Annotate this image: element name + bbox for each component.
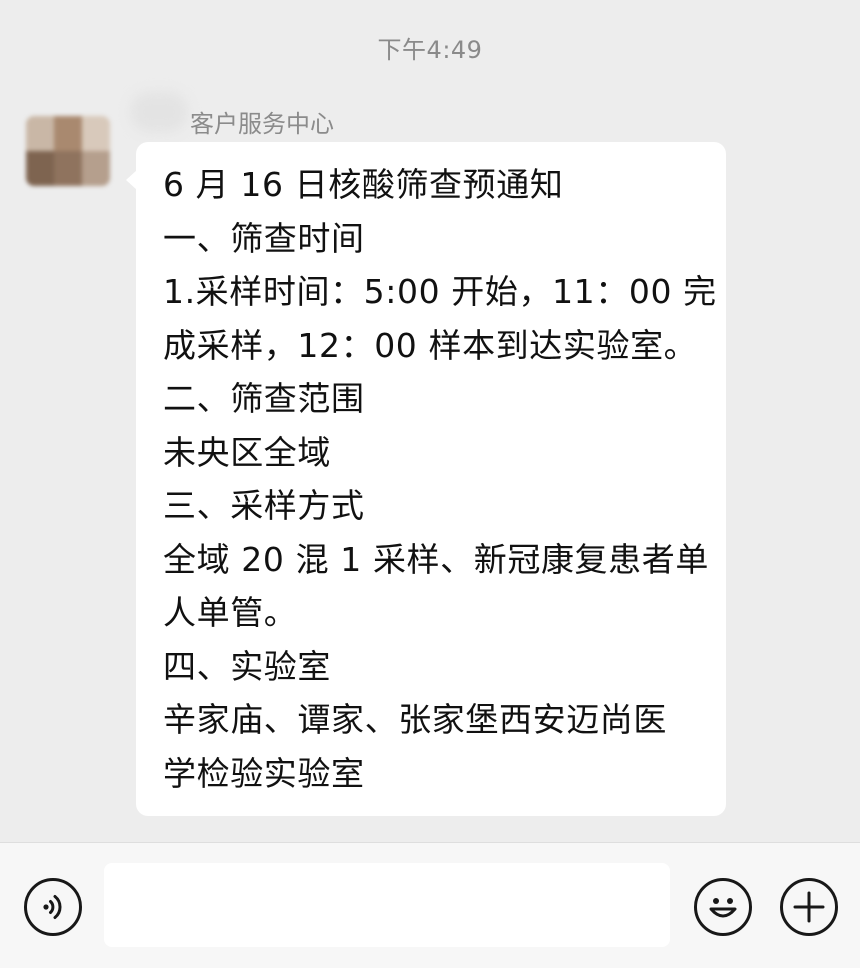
message-line: 1.采样时间：5:00 开始，11：00 完: [163, 272, 717, 311]
message-bubble[interactable]: 6 月 16 日核酸筛查预通知 一、筛查时间 1.采样时间：5:00 开始，11…: [136, 142, 726, 816]
avatar-pixel: [82, 116, 110, 151]
chat-input-bar: [0, 842, 860, 968]
avatar-pixel: [26, 151, 54, 186]
plus-icon: [793, 891, 825, 923]
message-line: 全域 20 混 1 采样、新冠康复患者单: [163, 539, 709, 579]
emoji-icon: [709, 898, 737, 918]
message-timestamp: 下午4:49: [377, 36, 483, 64]
avatar-pixel: [26, 116, 54, 151]
sender-avatar[interactable]: [26, 116, 110, 186]
message-line: 二、筛查范围: [163, 379, 365, 418]
voice-icon: [43, 895, 62, 919]
message-line: 三、采样方式: [163, 486, 365, 525]
avatar-pixel: [54, 116, 82, 151]
message-line: 辛家庙、谭家、张家堡西安迈尚医: [163, 700, 667, 739]
more-button[interactable]: [780, 878, 838, 936]
message-line: 未央区全域: [163, 432, 331, 472]
message-line: 人单管。: [163, 593, 298, 632]
message-line: 一、筛查时间: [163, 218, 365, 258]
voice-button[interactable]: [24, 878, 82, 936]
avatar-pixel: [54, 151, 82, 186]
message-line: 四、实验室: [163, 646, 331, 686]
message-line: 学检验实验室: [163, 753, 365, 793]
sender-name-obscured: [130, 92, 188, 132]
emoji-button[interactable]: [694, 878, 752, 936]
avatar-pixel: [82, 151, 110, 186]
message-line: 6 月 16 日核酸筛查预通知: [163, 165, 564, 204]
message-line: 成采样，12：00 样本到达实验室。: [163, 325, 698, 365]
message-input[interactable]: [104, 863, 670, 947]
sender-name: 客户服务中心: [190, 110, 334, 138]
